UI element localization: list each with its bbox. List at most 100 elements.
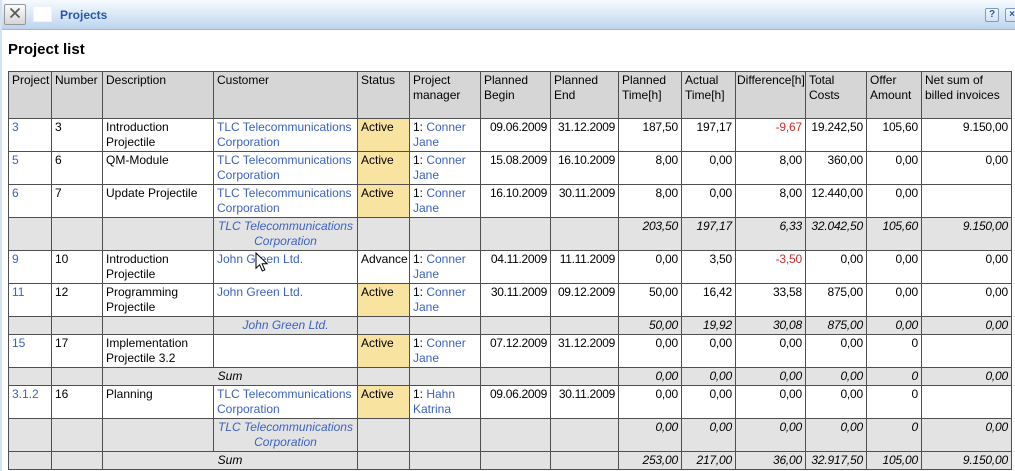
planned-end-cell: 31.12.2009 (551, 119, 619, 152)
project-link[interactable]: 6 (12, 186, 19, 200)
table-row: 33Introduction ProjectileTLC Telecommuni… (9, 119, 1012, 152)
net-sum-cell: 0,00 (922, 368, 1012, 386)
project-manager-cell: 1: Conner Jane (410, 185, 481, 218)
project-manager-link[interactable]: Conner Jane (413, 336, 466, 365)
customer-link[interactable]: John Green Ltd. (217, 285, 303, 299)
planned-begin-cell (481, 452, 551, 470)
number-cell: 16 (52, 386, 103, 419)
customer-cell: TLC Telecommunications Corporation (214, 185, 358, 218)
planned-time-cell: 8,00 (619, 152, 682, 185)
titlebar: Projects ? × (0, 0, 1015, 30)
number-cell: 12 (52, 284, 103, 317)
project-manager-link[interactable]: Conner Jane (413, 252, 466, 281)
group-customer-label: TLC Telecommunications Corporation (218, 420, 353, 449)
difference-cell: 0,00 (736, 386, 806, 419)
planned-end-cell (551, 452, 619, 470)
group-subtotal-row: John Green Ltd.50,0019,9230,08875,000,00… (9, 317, 1012, 335)
planned-begin-cell: 09.06.2009 (481, 386, 551, 419)
total-costs-cell: 32.042,50 (806, 218, 867, 251)
project-link[interactable]: 5 (12, 153, 19, 167)
column-header-description: Description (103, 72, 214, 119)
customer-cell: John Green Ltd. (214, 251, 358, 284)
sum-label: Sum (218, 453, 243, 467)
help-button[interactable]: ? (985, 8, 999, 22)
status-cell: Active (358, 284, 410, 317)
window-close-icon: × (1009, 10, 1015, 20)
net-sum-cell: 0,00 (922, 317, 1012, 335)
project-manager-link[interactable]: Conner Jane (413, 153, 466, 182)
net-sum-cell (922, 185, 1012, 218)
offer-amount-cell: 0,00 (867, 185, 922, 218)
project-manager-link[interactable]: Conner Jane (413, 285, 466, 314)
project-manager-cell (410, 317, 481, 335)
net-sum-cell: 9.150,00 (922, 452, 1012, 470)
project-manager-link[interactable]: Conner Jane (413, 120, 466, 149)
planned-end-cell: 31.12.2009 (551, 335, 619, 368)
window-close-button[interactable]: × (1005, 8, 1015, 22)
description-cell: Programming Projectile (103, 284, 214, 317)
customer-link[interactable]: TLC Telecommunications Corporation (217, 120, 352, 149)
customer-cell (214, 335, 358, 368)
difference-value: 8,00 (779, 186, 802, 200)
project-link[interactable]: 3 (12, 120, 19, 134)
project-id-cell: 3.1.2 (9, 386, 52, 419)
status-cell (358, 452, 410, 470)
difference-value: 8,00 (779, 153, 802, 167)
description-cell: Implementation Projectile 3.2 (103, 335, 214, 368)
titlebar-input[interactable] (33, 6, 52, 22)
project-id-cell (9, 218, 52, 251)
customer-cell: TLC Telecommunications Corporation (214, 152, 358, 185)
difference-value: 33,58 (773, 285, 802, 299)
status-cell (358, 419, 410, 452)
app-window: Projects ? × Project list ProjectNumberD… (0, 0, 1015, 471)
planned-time-cell: 0,00 (619, 368, 682, 386)
difference-value: 0,00 (779, 336, 802, 350)
column-header-difference-h: Difference[h] (736, 72, 806, 119)
project-link[interactable]: 3.1.2 (12, 387, 39, 401)
total-costs-cell: 875,00 (806, 284, 867, 317)
status-cell (358, 218, 410, 251)
planned-end-cell (551, 218, 619, 251)
sum-label: Sum (218, 369, 243, 383)
planned-begin-cell: 04.11.2009 (481, 251, 551, 284)
project-link[interactable]: 9 (12, 252, 19, 266)
difference-cell: -3,50 (736, 251, 806, 284)
project-manager-link[interactable]: Conner Jane (413, 186, 466, 215)
planned-end-cell: 30.11.2009 (551, 386, 619, 419)
status-cell: Active (358, 386, 410, 419)
close-icon (9, 6, 21, 24)
description-cell: Planning (103, 386, 214, 419)
number-cell: 3 (52, 119, 103, 152)
project-manager-link[interactable]: Hahn Katrina (413, 387, 455, 416)
actual-time-cell: 3,50 (682, 251, 736, 284)
net-sum-cell: 0,00 (922, 419, 1012, 452)
net-sum-cell (922, 386, 1012, 419)
difference-cell: 30,08 (736, 317, 806, 335)
difference-cell: 0,00 (736, 335, 806, 368)
total-costs-cell: 875,00 (806, 317, 867, 335)
planned-begin-cell: 15.08.2009 (481, 152, 551, 185)
project-id-cell: 9 (9, 251, 52, 284)
net-sum-cell (922, 335, 1012, 368)
difference-value: -3,50 (776, 252, 802, 266)
planned-time-cell: 50,00 (619, 284, 682, 317)
total-costs-cell: 32.917,50 (806, 452, 867, 470)
column-header-planned-end: Planned End (551, 72, 619, 119)
project-link[interactable]: 15 (12, 336, 25, 350)
customer-cell: TLC Telecommunications Corporation (214, 386, 358, 419)
net-sum-cell: 9.150,00 (922, 218, 1012, 251)
customer-cell: John Green Ltd. (214, 284, 358, 317)
customer-link[interactable]: John Green Ltd. (217, 252, 303, 266)
project-link[interactable]: 11 (12, 285, 24, 299)
close-tab-button[interactable] (4, 4, 26, 25)
help-icon: ? (989, 10, 995, 20)
planned-end-cell (551, 317, 619, 335)
customer-link[interactable]: TLC Telecommunications Corporation (217, 186, 352, 215)
customer-link[interactable]: TLC Telecommunications Corporation (217, 153, 352, 182)
customer-link[interactable]: TLC Telecommunications Corporation (217, 387, 352, 416)
project-manager-cell (410, 218, 481, 251)
difference-value: -9,67 (776, 120, 802, 134)
planned-end-cell (551, 368, 619, 386)
number-cell: 10 (52, 251, 103, 284)
planned-end-cell: 30.11.2009 (551, 185, 619, 218)
